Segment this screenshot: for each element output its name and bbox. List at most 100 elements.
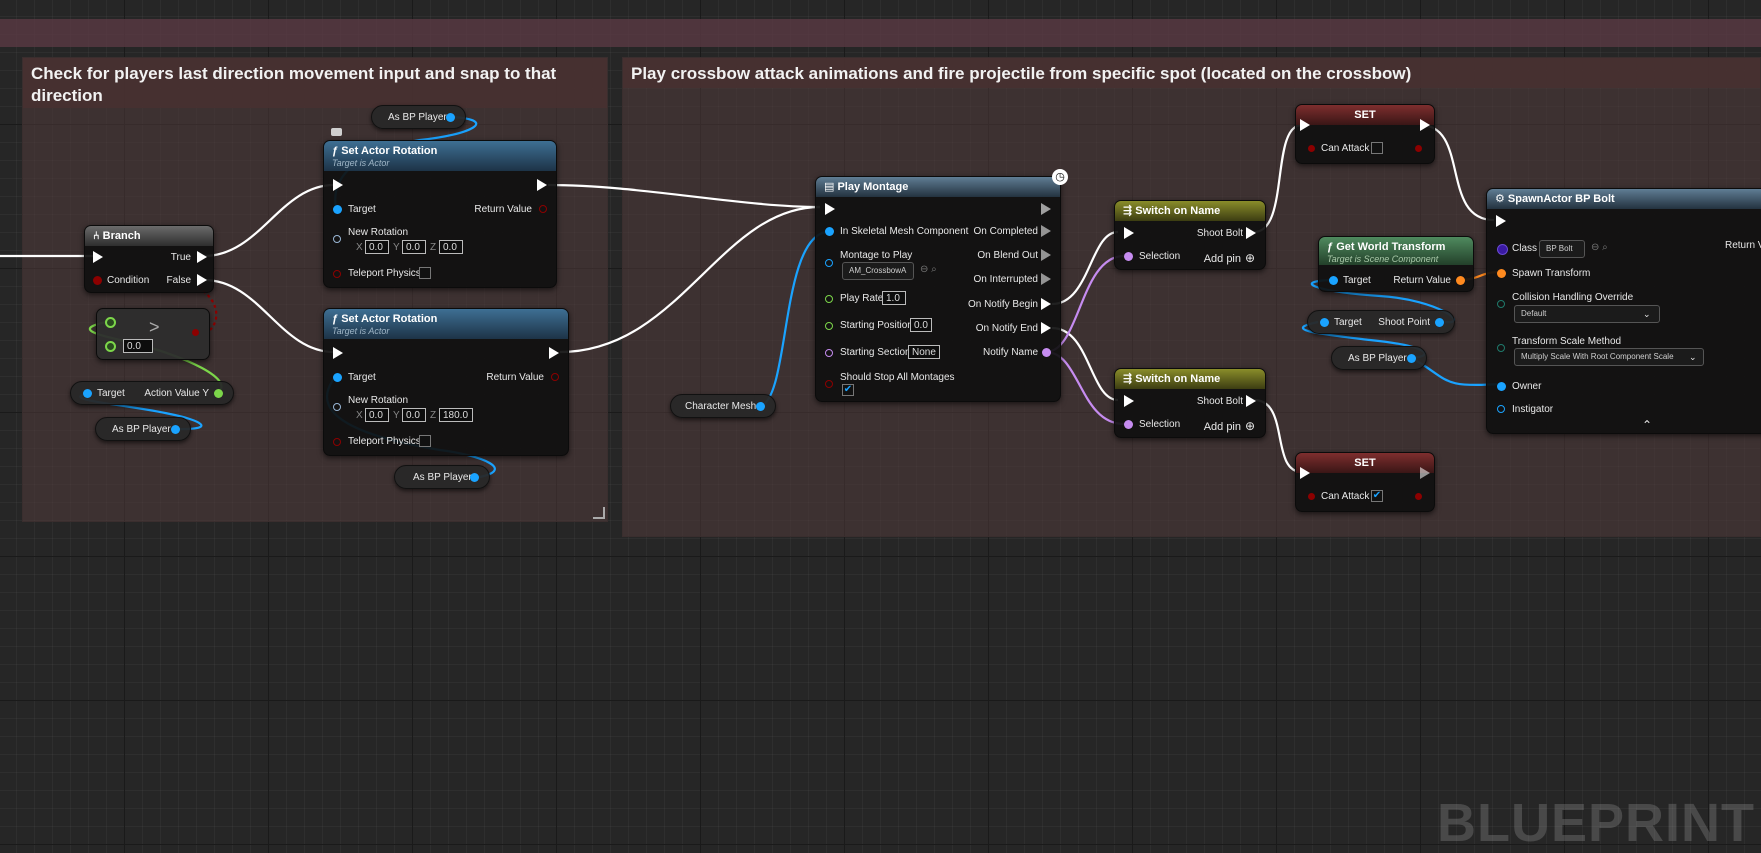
branch-exec-false[interactable] <box>197 274 207 286</box>
switch1-selection-pin[interactable] <box>1124 252 1133 261</box>
on-blend-out-exec[interactable] <box>1041 249 1051 261</box>
spawn-class-pin[interactable] <box>1497 244 1508 255</box>
action-value-output-pin[interactable] <box>214 389 223 398</box>
spawn-collapse-chevron-icon[interactable]: ⌃ <box>1642 419 1652 431</box>
compare-b-field[interactable]: 0.0 <box>123 339 153 353</box>
set-actor-rotation-node-2[interactable]: ƒ Set Actor Rotation Target is Actor Targ… <box>323 308 569 456</box>
as-bp-player-var-4[interactable]: As BP Player <box>1331 346 1427 370</box>
starting-section-pin[interactable] <box>825 349 833 357</box>
set2-output-pin[interactable] <box>1415 493 1422 500</box>
branch-exec-true[interactable] <box>197 251 207 263</box>
montage-asset-dropdown[interactable]: AM_CrossbowA <box>842 262 914 280</box>
as-bp-player-pin-1[interactable] <box>171 425 180 434</box>
switch-on-name-node-2[interactable]: ⇶ Switch on Name Shoot Bolt Selection Ad… <box>1114 368 1266 438</box>
get-world-header[interactable]: ƒ Get World Transform Target is Scene Com… <box>1319 237 1473 265</box>
starting-position-pin[interactable] <box>825 322 833 330</box>
spawn-header[interactable]: ⚙ SpawnActor BP Bolt <box>1487 189 1761 209</box>
stop-all-pin[interactable] <box>825 380 833 388</box>
set-can-attack-node-1[interactable]: SET Can Attack <box>1295 104 1435 164</box>
as-bp-player-pin-4[interactable] <box>1407 354 1416 363</box>
switch2-header[interactable]: ⇶ Switch on Name <box>1115 369 1265 389</box>
compare-input-b-pin[interactable] <box>105 341 116 352</box>
action-value-target-pin[interactable] <box>83 389 92 398</box>
switch2-add-pin-label[interactable]: Add pin <box>1204 421 1241 433</box>
set-rot2-return-pin[interactable] <box>551 373 559 381</box>
spawn-transform-pin[interactable] <box>1497 269 1506 278</box>
switch-on-name-node-1[interactable]: ⇶ Switch on Name Shoot Bolt Selection Ad… <box>1114 200 1266 270</box>
as-bp-player-pin-2[interactable] <box>446 113 455 122</box>
switch1-shoot-bolt-exec[interactable] <box>1246 227 1256 239</box>
switch1-add-pin-icon[interactable]: ⊕ <box>1245 252 1255 264</box>
on-notify-begin-exec[interactable] <box>1041 298 1051 310</box>
spawn-scale-dropdown[interactable]: Multiply Scale With Root Component Scale <box>1514 348 1704 366</box>
get-world-target-pin[interactable] <box>1329 276 1338 285</box>
play-montage-exec-in[interactable] <box>825 203 835 215</box>
character-mesh-var[interactable]: Character Mesh <box>670 394 776 418</box>
set-rot1-exec-in[interactable] <box>333 179 343 191</box>
play-montage-header[interactable]: ▤ Play Montage <box>816 177 1060 197</box>
comment-bubble-icon[interactable] <box>331 128 342 136</box>
greater-than-node[interactable]: 0.0 > <box>96 308 210 360</box>
set-rot2-target-pin[interactable] <box>333 373 342 382</box>
play-rate-pin[interactable] <box>825 295 833 303</box>
set-rot1-return-pin[interactable] <box>539 205 547 213</box>
montage-mesh-pin[interactable] <box>825 227 834 236</box>
set-rot1-target-pin[interactable] <box>333 205 342 214</box>
shoot-point-node[interactable]: Target Shoot Point <box>1307 310 1455 334</box>
set-rot1-x-field[interactable]: 0.0 <box>365 240 389 254</box>
as-bp-player-var-1[interactable]: As BP Player <box>95 417 191 441</box>
switch2-add-pin-icon[interactable]: ⊕ <box>1245 420 1255 432</box>
set-rot2-x-field[interactable]: 0.0 <box>365 408 389 422</box>
set2-exec-out[interactable] <box>1420 467 1430 479</box>
switch1-header[interactable]: ⇶ Switch on Name <box>1115 201 1265 221</box>
set1-can-attack-pin[interactable] <box>1308 145 1315 152</box>
action-value-node[interactable]: Target Action Value Y <box>70 381 234 405</box>
set-rot1-rotation-pin[interactable] <box>333 235 341 243</box>
branch-header[interactable]: ⑃ Branch <box>85 226 213 246</box>
as-bp-player-pin-3[interactable] <box>470 473 479 482</box>
spawn-class-dropdown[interactable]: BP Bolt <box>1539 240 1585 258</box>
set1-header[interactable]: SET <box>1296 105 1434 125</box>
starting-position-field[interactable]: 0.0 <box>910 318 932 332</box>
set-rot2-teleport-checkbox[interactable] <box>419 435 431 447</box>
set-rot1-exec-out[interactable] <box>537 179 547 191</box>
spawn-actor-node[interactable]: ⚙ SpawnActor BP Bolt Class BP Bolt ⊖ ⌕ R… <box>1486 188 1761 434</box>
set-can-attack-node-2[interactable]: SET Can Attack ✔ <box>1295 452 1435 512</box>
on-interrupted-exec[interactable] <box>1041 273 1051 285</box>
get-world-transform-node[interactable]: ƒ Get World Transform Target is Scene Com… <box>1318 236 1474 292</box>
stop-all-checkbox[interactable]: ✔ <box>842 384 854 396</box>
set-rot1-header[interactable]: ƒ Set Actor Rotation Target is Actor <box>324 141 556 171</box>
spawn-instigator-pin[interactable] <box>1497 405 1505 413</box>
play-montage-node[interactable]: ▤ Play Montage ◷ In Skeletal Mesh Compon… <box>815 169 1068 402</box>
montage-to-play-pin[interactable] <box>825 259 833 267</box>
switch1-exec-in[interactable] <box>1124 227 1134 239</box>
set-rot1-teleport-pin[interactable] <box>333 270 341 278</box>
shoot-point-target-pin[interactable] <box>1320 318 1329 327</box>
play-montage-exec-out[interactable] <box>1041 203 1051 215</box>
character-mesh-pin[interactable] <box>756 402 765 411</box>
get-world-return-pin[interactable] <box>1456 276 1465 285</box>
set1-output-pin[interactable] <box>1415 145 1422 152</box>
set-rot1-y-field[interactable]: 0.0 <box>402 240 426 254</box>
set2-can-attack-pin[interactable] <box>1308 493 1315 500</box>
set-rot2-y-field[interactable]: 0.0 <box>402 408 426 422</box>
set-rot2-exec-in[interactable] <box>333 347 343 359</box>
montage-browse-icon[interactable]: ⊖ ⌕ <box>920 264 937 276</box>
spawn-exec-in[interactable] <box>1496 215 1506 227</box>
play-rate-field[interactable]: 1.0 <box>882 291 906 305</box>
spawn-class-browse-icon[interactable]: ⊖ ⌕ <box>1591 242 1608 254</box>
notify-name-pin[interactable] <box>1042 348 1051 357</box>
spawn-scale-pin[interactable] <box>1497 344 1505 352</box>
set-rot2-exec-out[interactable] <box>549 347 559 359</box>
set-rot1-teleport-checkbox[interactable] <box>419 267 431 279</box>
set-rot2-teleport-pin[interactable] <box>333 438 341 446</box>
branch-exec-in[interactable] <box>93 251 103 263</box>
on-notify-end-exec[interactable] <box>1041 322 1051 334</box>
set2-can-attack-checkbox[interactable]: ✔ <box>1371 490 1383 502</box>
branch-node[interactable]: ⑃ Branch True Condition False <box>84 225 214 293</box>
as-bp-player-var-2[interactable]: As BP Player <box>371 105 466 129</box>
switch2-exec-in[interactable] <box>1124 395 1134 407</box>
set-actor-rotation-node-1[interactable]: ƒ Set Actor Rotation Target is Actor Targ… <box>323 140 557 288</box>
switch1-add-pin-label[interactable]: Add pin <box>1204 253 1241 265</box>
set1-exec-in[interactable] <box>1300 119 1310 131</box>
